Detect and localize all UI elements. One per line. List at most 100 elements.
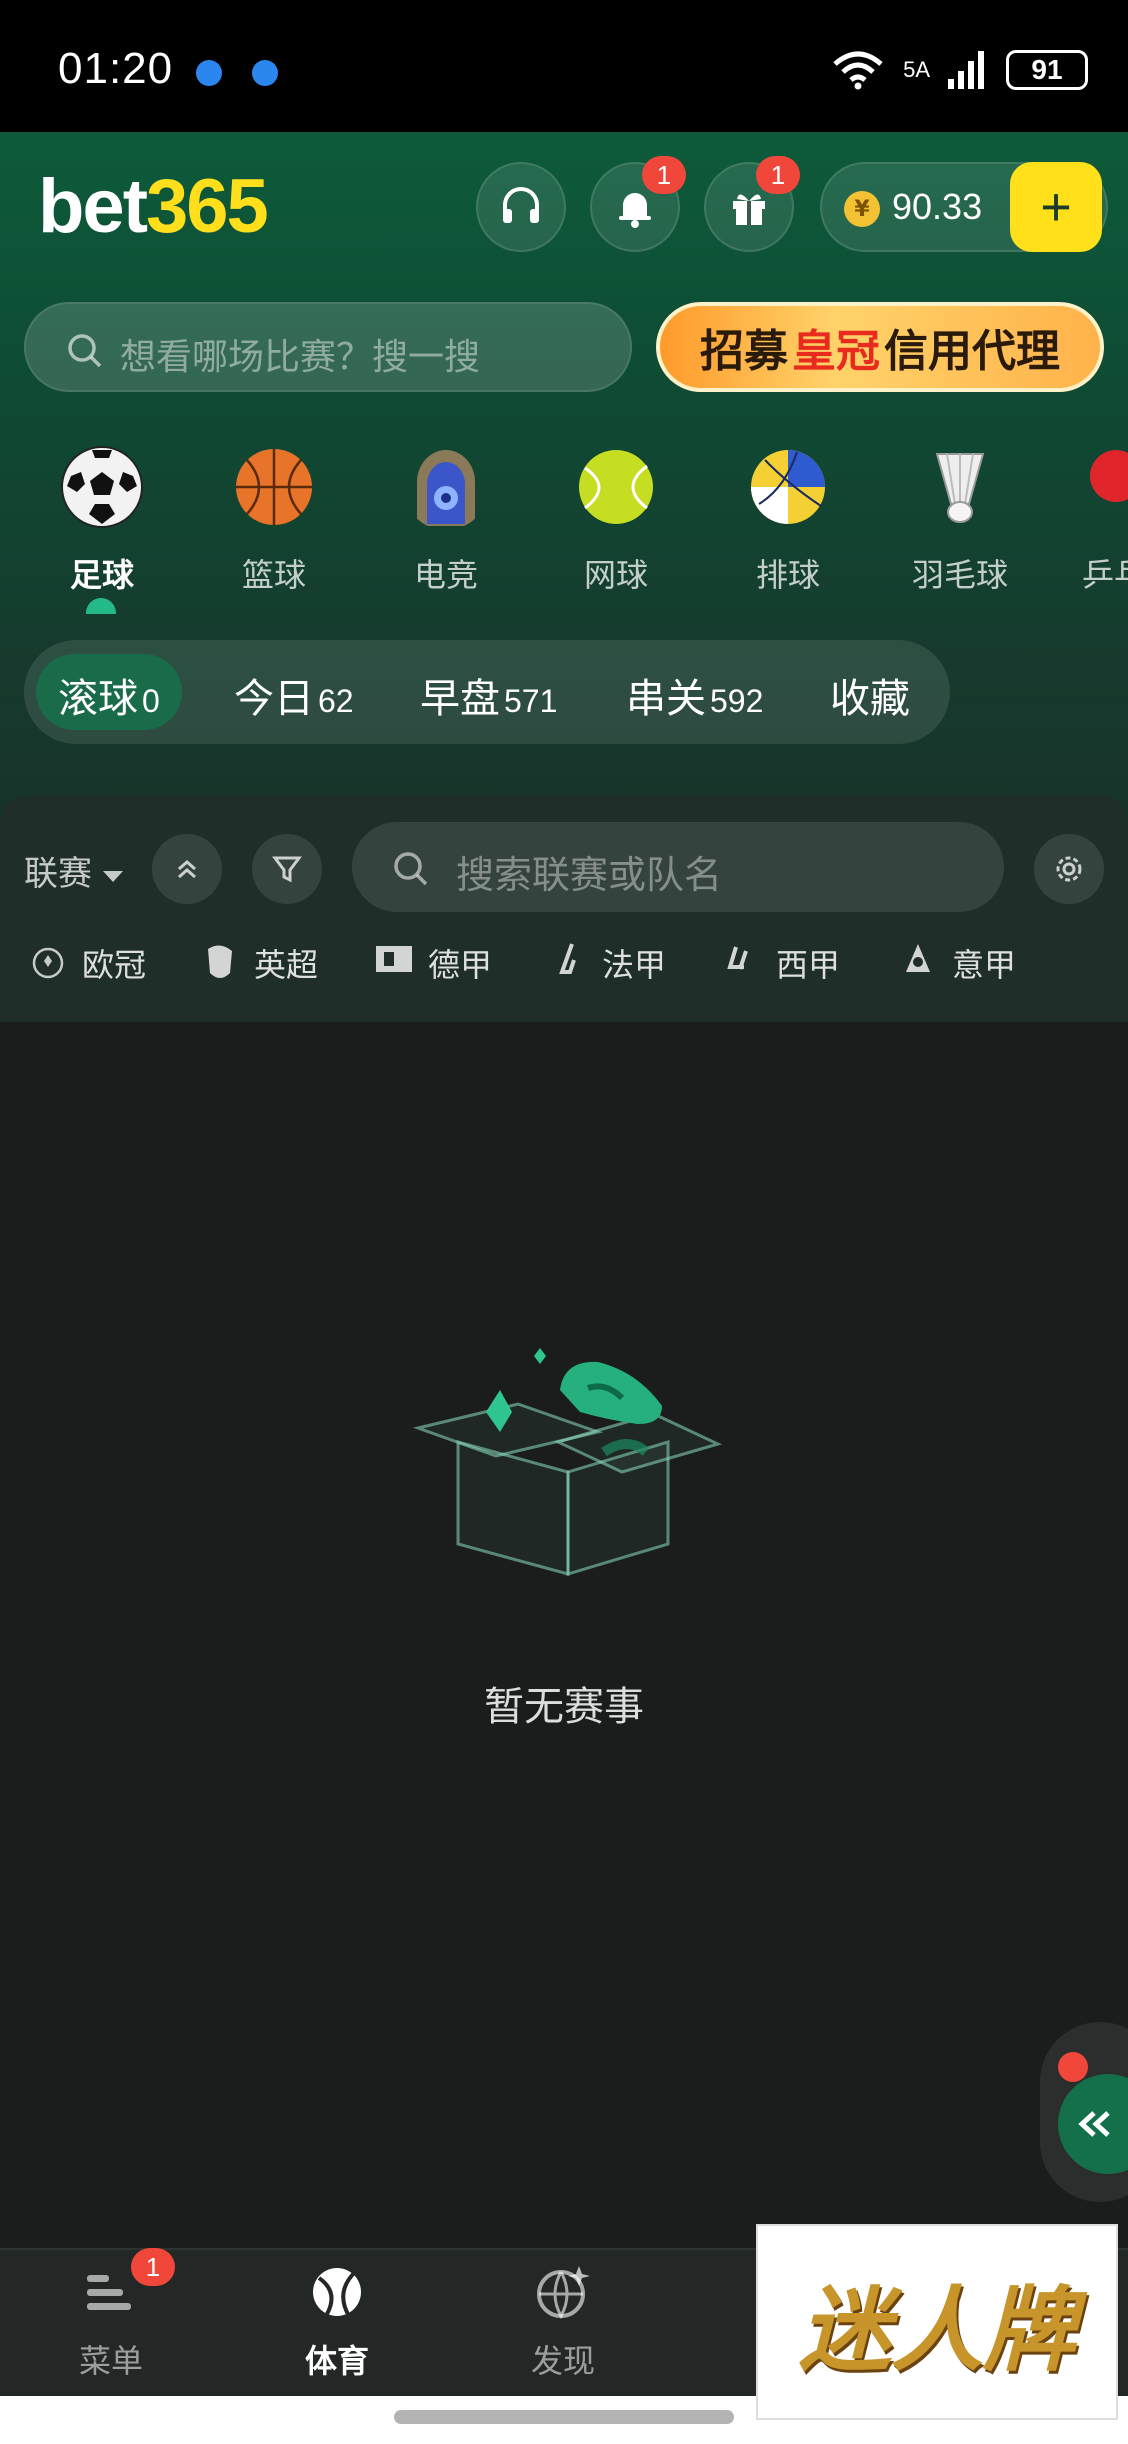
league-label: 欧冠 (82, 946, 147, 984)
tab-early[interactable]: 早盘 571 (420, 654, 557, 730)
bell-icon (619, 193, 651, 228)
empty-box-illustration (412, 1348, 723, 1577)
watermark-text: 迷人牌 (798, 2275, 1075, 2384)
deposit-button[interactable]: + (1010, 162, 1102, 252)
double-chevron-left-icon (1078, 2111, 1110, 2137)
gift-button[interactable]: 1 (704, 156, 800, 252)
customer-service-button[interactable] (476, 162, 566, 252)
league-search-input[interactable]: 搜索联赛或队名 (352, 822, 1004, 912)
ligue1-icon (548, 941, 588, 985)
basketball-icon (236, 449, 312, 525)
tab-label: 早盘 (420, 676, 500, 722)
watermark-logo: 迷人牌 (756, 2224, 1118, 2420)
league-laliga[interactable]: 西甲 (722, 940, 840, 986)
sport-label: 足球 (69, 556, 134, 594)
league-ligue1[interactable]: 法甲 (548, 940, 666, 986)
nav-sports[interactable]: 体育 (262, 2264, 412, 2382)
sport-volleyball[interactable]: 排球 (728, 444, 848, 596)
funnel-icon (272, 856, 302, 883)
tab-label: 收藏 (830, 676, 910, 722)
settings-button[interactable] (1034, 834, 1104, 904)
laliga-icon (722, 941, 762, 985)
nav-discover[interactable]: 发现 (488, 2264, 638, 2382)
search-placeholder: 想看哪场比赛？搜一搜 (120, 337, 481, 378)
volleyball-icon (751, 450, 825, 524)
caret-down-icon (102, 870, 123, 882)
menu-icon: 1 (81, 2248, 175, 2320)
sport-label: 篮球 (241, 556, 306, 594)
league-dropdown[interactable]: 联赛 (24, 846, 123, 895)
gear-icon (1056, 856, 1082, 882)
battery-indicator: 91 (1006, 50, 1088, 90)
agent-recruit-banner[interactable]: 招募 皇冠 信用代理 (656, 302, 1104, 392)
nav-label: 发现 (530, 2342, 595, 2380)
tab-parlay[interactable]: 串关 592 (626, 654, 763, 730)
nav-menu[interactable]: 1 菜单 (36, 2248, 186, 2382)
sport-label: 乒乓 (1082, 556, 1128, 594)
league-label: 西甲 (776, 946, 841, 984)
gift-icon (733, 194, 765, 225)
tab-count: 571 (504, 683, 558, 719)
sport-basketball[interactable]: 篮球 (214, 444, 334, 596)
league-bundesliga[interactable]: 德甲 (374, 940, 492, 986)
league-champions-league[interactable]: 欧冠 (28, 940, 146, 986)
league-dropdown-label: 联赛 (24, 854, 92, 894)
league-label: 意甲 (952, 946, 1017, 984)
vpn-icon (252, 60, 278, 86)
league-serie-a[interactable]: 意甲 (898, 940, 1016, 986)
status-time: 01:20 (58, 44, 174, 93)
home-indicator[interactable] (394, 2410, 734, 2424)
sport-label: 排球 (755, 556, 820, 594)
empty-state-text: 暂无赛事 (484, 1684, 644, 1730)
notification-badge: 1 (642, 156, 686, 194)
league-label: 法甲 (602, 946, 667, 984)
tab-label: 今日 (234, 676, 314, 722)
league-label: 德甲 (428, 946, 493, 984)
notification-button[interactable]: 1 (590, 156, 686, 252)
sport-label: 羽毛球 (911, 556, 1008, 594)
headset-icon (503, 187, 539, 223)
balance-value: 90.33 (892, 186, 983, 227)
champions-league-icon (28, 941, 68, 985)
bet365-logo[interactable]: bet365 (38, 163, 269, 250)
league-premier-league[interactable]: 英超 (200, 940, 318, 986)
sport-label: 电竞 (413, 556, 478, 594)
tab-count: 592 (710, 683, 764, 719)
tab-favorites[interactable]: 收藏 (830, 654, 910, 730)
globe-sparkle-icon (533, 2264, 593, 2320)
sport-soccer[interactable]: 足球 (42, 444, 162, 596)
floating-alert-dot (1058, 2052, 1088, 2082)
collapse-all-button[interactable] (152, 834, 222, 904)
tab-count: 62 (318, 683, 354, 719)
gift-badge: 1 (756, 156, 800, 194)
league-search-placeholder: 搜索联赛或队名 (456, 853, 723, 897)
nav-label: 菜单 (78, 2342, 143, 2380)
tab-today[interactable]: 今日 62 (234, 654, 354, 730)
status-indicators: 5A 91 (831, 50, 1088, 90)
sport-table-tennis[interactable]: 乒乓 (1070, 444, 1128, 596)
search-icon (394, 852, 428, 886)
league-label: 英超 (254, 946, 319, 984)
app-notification-icon (196, 60, 222, 86)
network-type: 5A (903, 57, 930, 82)
sport-badminton[interactable]: 羽毛球 (900, 444, 1020, 596)
match-search-input[interactable]: 想看哪场比赛？搜一搜 (24, 302, 632, 392)
sport-tennis[interactable]: 网球 (556, 444, 676, 596)
menu-badge: 1 (131, 2248, 175, 2286)
sport-esports[interactable]: 电竞 (386, 444, 506, 596)
promo-text-1: 招募 (700, 326, 788, 377)
tab-live[interactable]: 滚球 0 (36, 654, 182, 730)
shuttlecock-icon (935, 453, 985, 523)
tab-label: 串关 (626, 676, 706, 722)
filter-button[interactable] (252, 834, 322, 904)
sports-ball-icon (307, 2264, 367, 2320)
promo-text-2: 皇冠 (792, 326, 880, 377)
wifi-icon (833, 51, 883, 90)
serie-a-icon (898, 941, 938, 985)
status-bar: 01:20 5A 91 (0, 0, 1128, 132)
premier-league-icon (200, 941, 240, 985)
sport-label: 网球 (583, 556, 648, 594)
logo-bet: bet (38, 164, 148, 249)
esports-portal-icon (417, 450, 475, 526)
search-icon (68, 334, 102, 368)
